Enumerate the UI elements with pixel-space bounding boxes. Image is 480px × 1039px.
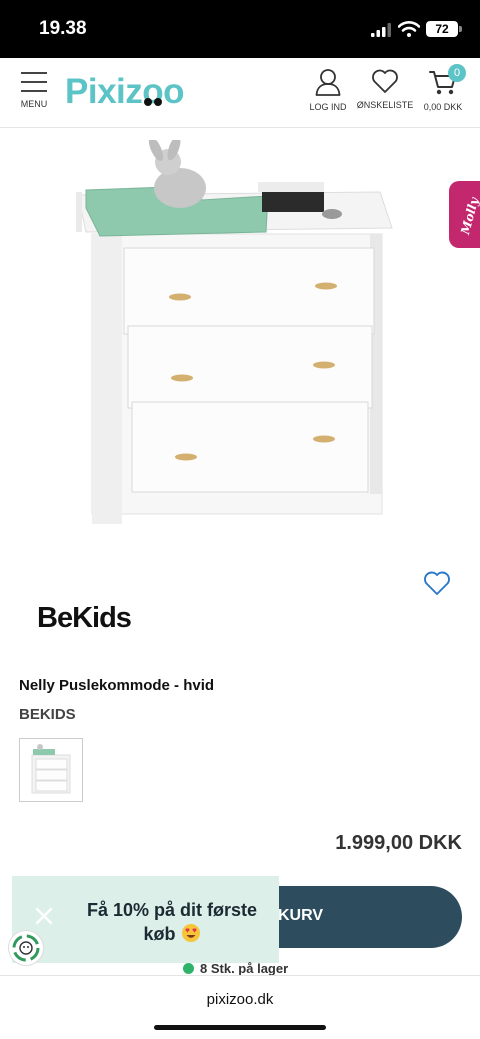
user-icon bbox=[315, 69, 341, 96]
heart-icon bbox=[372, 69, 398, 93]
promo-popup[interactable]: Få 10% på dit første køb bbox=[12, 876, 279, 963]
stock-status: 8 Stk. på lager bbox=[183, 961, 288, 976]
product-title: Nelly Puslekommode - hvid bbox=[19, 677, 215, 694]
thumbnail-image bbox=[31, 744, 71, 794]
cart-total: 0,00 DKK bbox=[423, 102, 463, 112]
product-brand[interactable]: BEKIDS bbox=[19, 706, 76, 723]
login-button[interactable]: LOG IND bbox=[309, 68, 347, 124]
heart-eyes-emoji-icon bbox=[181, 924, 200, 942]
menu-label: MENU bbox=[20, 99, 48, 109]
add-to-cart-button[interactable]: KURV bbox=[268, 886, 462, 948]
browser-url[interactable]: pixizoo.dk bbox=[0, 991, 480, 1008]
cart-count-badge: 0 bbox=[448, 64, 466, 82]
in-stock-dot-icon bbox=[183, 963, 194, 974]
site-logo[interactable]: Pixizoo bbox=[65, 72, 185, 112]
status-time: 19.38 bbox=[39, 18, 87, 39]
logo-text: Pixizoo bbox=[65, 72, 185, 111]
product-price: 1.999,00 DKK bbox=[335, 832, 462, 854]
status-bar: 19.38 72 bbox=[0, 0, 480, 58]
rewards-widget-icon[interactable] bbox=[8, 930, 44, 966]
cellular-signal-icon bbox=[371, 23, 391, 37]
menu-button[interactable]: MENU bbox=[15, 72, 53, 122]
molly-tab-label: Molly bbox=[458, 196, 480, 236]
wifi-icon bbox=[398, 21, 420, 37]
add-to-wishlist-heart-icon[interactable] bbox=[423, 570, 451, 596]
browser-url-bar[interactable]: pixizoo.dk bbox=[0, 975, 480, 1039]
battery-tip bbox=[459, 26, 462, 32]
hamburger-icon bbox=[15, 72, 53, 92]
wishlist-label: ØNSKELISTE bbox=[356, 100, 414, 110]
battery-icon: 72 bbox=[426, 21, 458, 37]
promo-line-1: Få 10% på dit første bbox=[86, 900, 258, 920]
promo-line-2: køb bbox=[72, 922, 272, 946]
product-thumbnail[interactable] bbox=[19, 738, 83, 802]
close-icon[interactable] bbox=[34, 906, 54, 926]
molly-side-tab[interactable]: Molly bbox=[449, 181, 480, 248]
logo-eye-icon bbox=[154, 98, 162, 106]
logo-eye-icon bbox=[144, 98, 152, 106]
brand-logo[interactable]: BeKids bbox=[37, 602, 132, 635]
wishlist-link[interactable]: ØNSKELISTE bbox=[356, 68, 414, 124]
login-label: LOG IND bbox=[309, 102, 347, 112]
product-image[interactable] bbox=[70, 140, 400, 525]
add-to-cart-label: KURV bbox=[278, 907, 324, 924]
site-header: MENU Pixizoo LOG IND ØNSKELISTE 0,00 DKK bbox=[0, 58, 480, 128]
home-indicator[interactable] bbox=[154, 1025, 326, 1030]
promo-text: Få 10% på dit første køb bbox=[72, 898, 272, 946]
